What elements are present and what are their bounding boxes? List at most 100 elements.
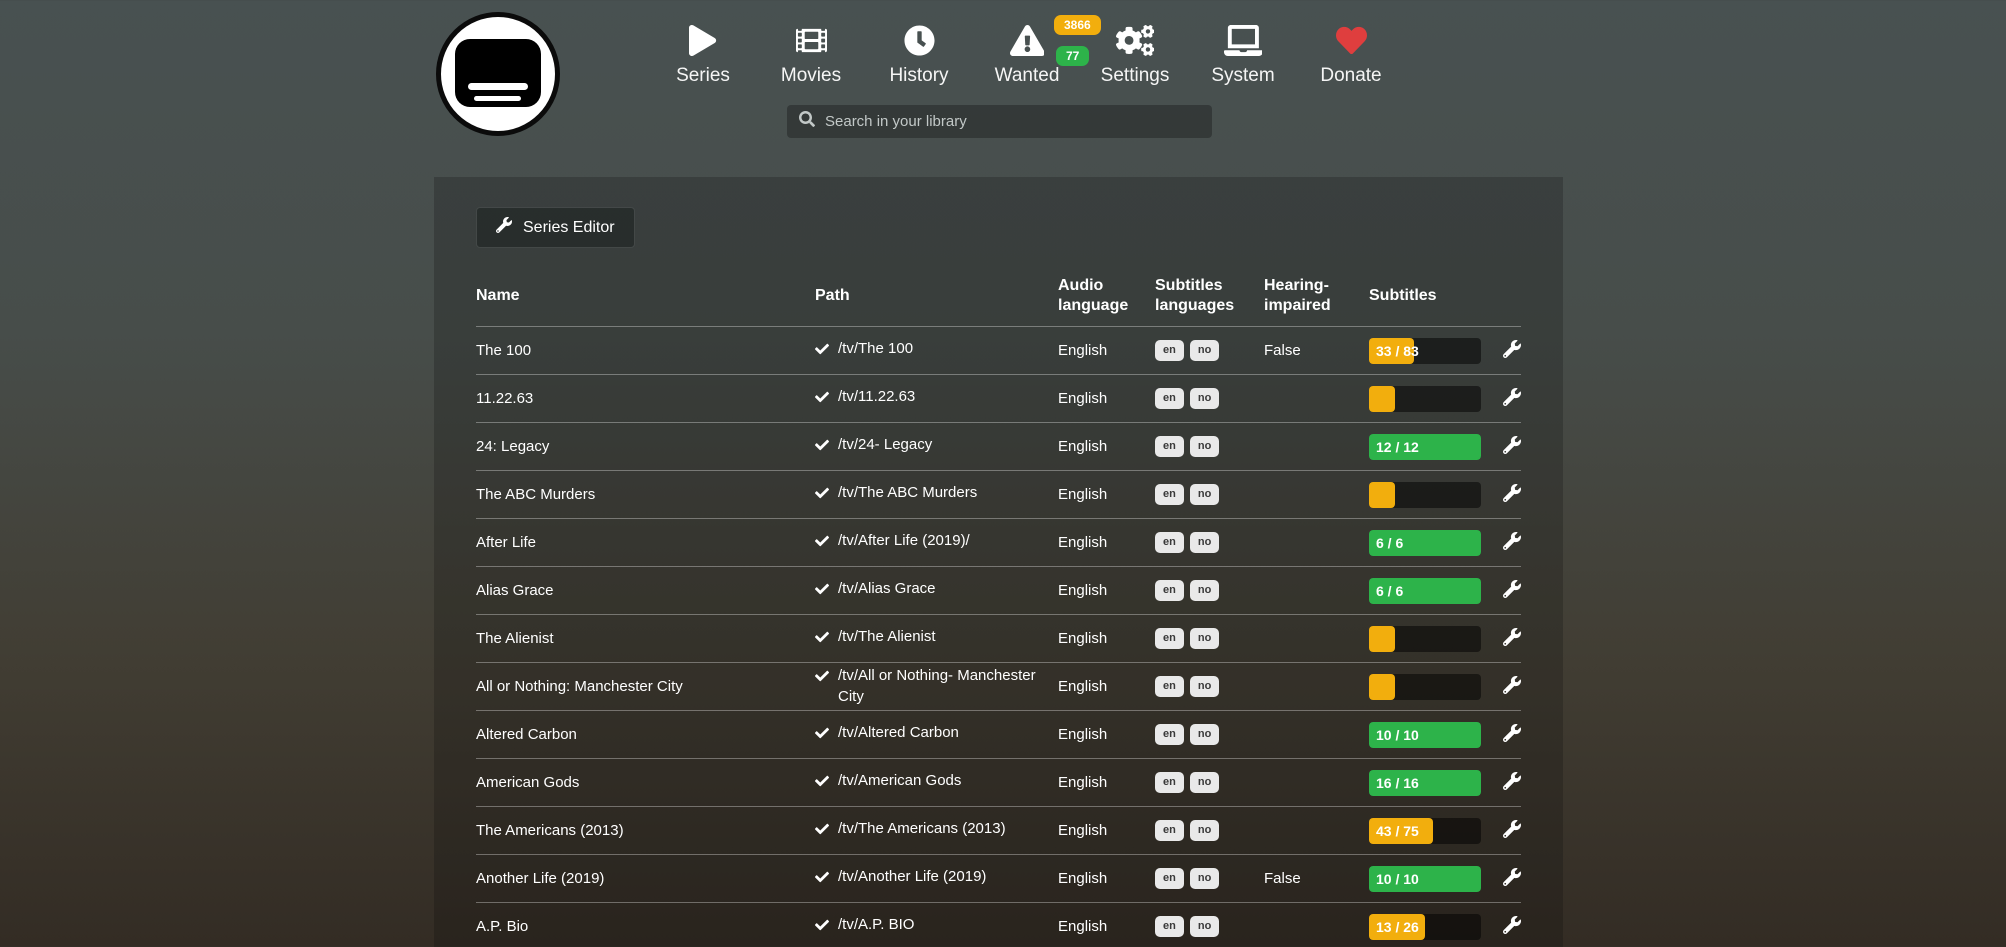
subtitles-progress-fill: 6 / 6 [1369,530,1481,556]
heart-icon [1297,20,1405,60]
subtitles-progress-label: 10 / 10 [1376,727,1419,743]
subtitles-progress-label: 13 / 26 [1376,919,1419,935]
edit-series-button[interactable] [1503,772,1521,793]
series-name: The 100 [476,342,815,359]
series-name: The ABC Murders [476,486,815,503]
table-row: 11.22.63/tv/11.22.63Englishenno [476,374,1521,422]
edit-series-button[interactable] [1503,676,1521,697]
row-actions [1490,724,1521,745]
subtitles-progress-label: 43 / 75 [1376,823,1419,839]
table-row: American Gods/tv/American GodsEnglishenn… [476,758,1521,806]
subtitles-progress-bar: 10 / 10 [1369,866,1481,892]
audio-language: English [1058,390,1155,407]
wrench-icon [1503,922,1521,937]
audio-language: English [1058,678,1155,695]
check-icon [815,723,829,746]
audio-language: English [1058,486,1155,503]
series-name: A.P. Bio [476,918,815,935]
edit-series-button[interactable] [1503,340,1521,361]
row-actions [1490,340,1521,361]
series-path: /tv/The Alienist [815,627,1058,650]
series-path-text: /tv/The Americans (2013) [838,819,1006,839]
row-actions [1490,916,1521,937]
subtitles-languages: enno [1155,532,1264,553]
audio-language: English [1058,870,1155,887]
edit-series-button[interactable] [1503,916,1521,937]
wrench-icon [1503,874,1521,889]
series-editor-button[interactable]: Series Editor [476,207,635,248]
subtitles-progress-bar [1369,482,1481,508]
row-actions [1490,388,1521,409]
subtitles-languages: enno [1155,340,1264,361]
subtitles-languages: enno [1155,484,1264,505]
subtitles-progress-cell: 10 / 10 [1369,866,1490,892]
table-row: The ABC Murders/tv/The ABC MurdersEnglis… [476,470,1521,518]
play-icon [649,20,757,60]
nav-item-series[interactable]: Series [649,20,757,87]
edit-series-button[interactable] [1503,532,1521,553]
bazarr-logo[interactable] [436,12,560,136]
subtitles-progress-bar: 13 / 26 [1369,914,1481,940]
edit-series-button[interactable] [1503,820,1521,841]
subtitles-progress-cell [1369,386,1490,412]
edit-series-button[interactable] [1503,484,1521,505]
audio-language: English [1058,342,1155,359]
series-name: The Americans (2013) [476,822,815,839]
series-name: American Gods [476,774,815,791]
subtitle-language-badge: en [1155,772,1184,793]
search-icon [799,111,815,132]
subtitle-language-badge: no [1190,868,1219,889]
table-row: Another Life (2019)/tv/Another Life (201… [476,854,1521,902]
subtitles-progress-bar: 6 / 6 [1369,530,1481,556]
row-actions [1490,868,1521,889]
nav-label: Donate [1297,65,1405,87]
edit-series-button[interactable] [1503,868,1521,889]
series-path: /tv/A.P. BIO [815,915,1058,938]
subtitles-progress-fill: 10 / 10 [1369,722,1481,748]
subtitles-languages: enno [1155,820,1264,841]
series-table-header: NamePathAudio languageSubtitles language… [476,274,1521,326]
subtitle-language-badge: no [1190,532,1219,553]
series-path: /tv/11.22.63 [815,387,1058,410]
nav-label: Movies [757,65,865,87]
nav-item-donate[interactable]: Donate [1297,20,1405,87]
series-path: /tv/The 100 [815,339,1058,362]
series-path-text: /tv/After Life (2019)/ [838,531,970,551]
table-row: The Alienist/tv/The AlienistEnglishenno [476,614,1521,662]
search-input[interactable] [825,113,1200,130]
nav-item-movies[interactable]: Movies [757,20,865,87]
subtitles-progress-bar: 33 / 83 [1369,338,1481,364]
wrench-icon [1503,730,1521,745]
edit-series-button[interactable] [1503,628,1521,649]
series-path: /tv/Another Life (2019) [815,867,1058,890]
edit-series-button[interactable] [1503,388,1521,409]
edit-series-button[interactable] [1503,436,1521,457]
series-path-text: /tv/Alias Grace [838,579,936,599]
edit-series-button[interactable] [1503,580,1521,601]
subtitles-progress-fill: 6 / 6 [1369,578,1481,604]
column-header: Path [815,285,1058,307]
nav-item-settings[interactable]: Settings [1081,20,1189,87]
subtitles-progress-cell [1369,674,1490,700]
nav-item-wanted[interactable]: 386677Wanted [973,20,1081,87]
subtitles-progress-label: 10 / 10 [1376,871,1419,887]
subtitles-languages: enno [1155,580,1264,601]
series-path: /tv/All or Nothing- Manchester City [815,666,1058,707]
check-icon [815,531,829,554]
row-actions [1490,628,1521,649]
subtitles-progress-cell [1369,482,1490,508]
subtitles-progress-cell: 43 / 75 [1369,818,1490,844]
subtitles-languages: enno [1155,868,1264,889]
nav-item-history[interactable]: History [865,20,973,87]
subtitles-progress-bar [1369,626,1481,652]
series-path-text: /tv/Altered Carbon [838,723,959,743]
audio-language: English [1058,438,1155,455]
nav-item-system[interactable]: System [1189,20,1297,87]
subtitle-language-badge: en [1155,724,1184,745]
edit-series-button[interactable] [1503,724,1521,745]
table-row: Altered Carbon/tv/Altered CarbonEnglishe… [476,710,1521,758]
table-row: The Americans (2013) /tv/The Americans (2… [476,806,1521,854]
subtitles-progress-cell: 16 / 16 [1369,770,1490,796]
check-icon [815,627,829,650]
subtitles-languages: enno [1155,724,1264,745]
